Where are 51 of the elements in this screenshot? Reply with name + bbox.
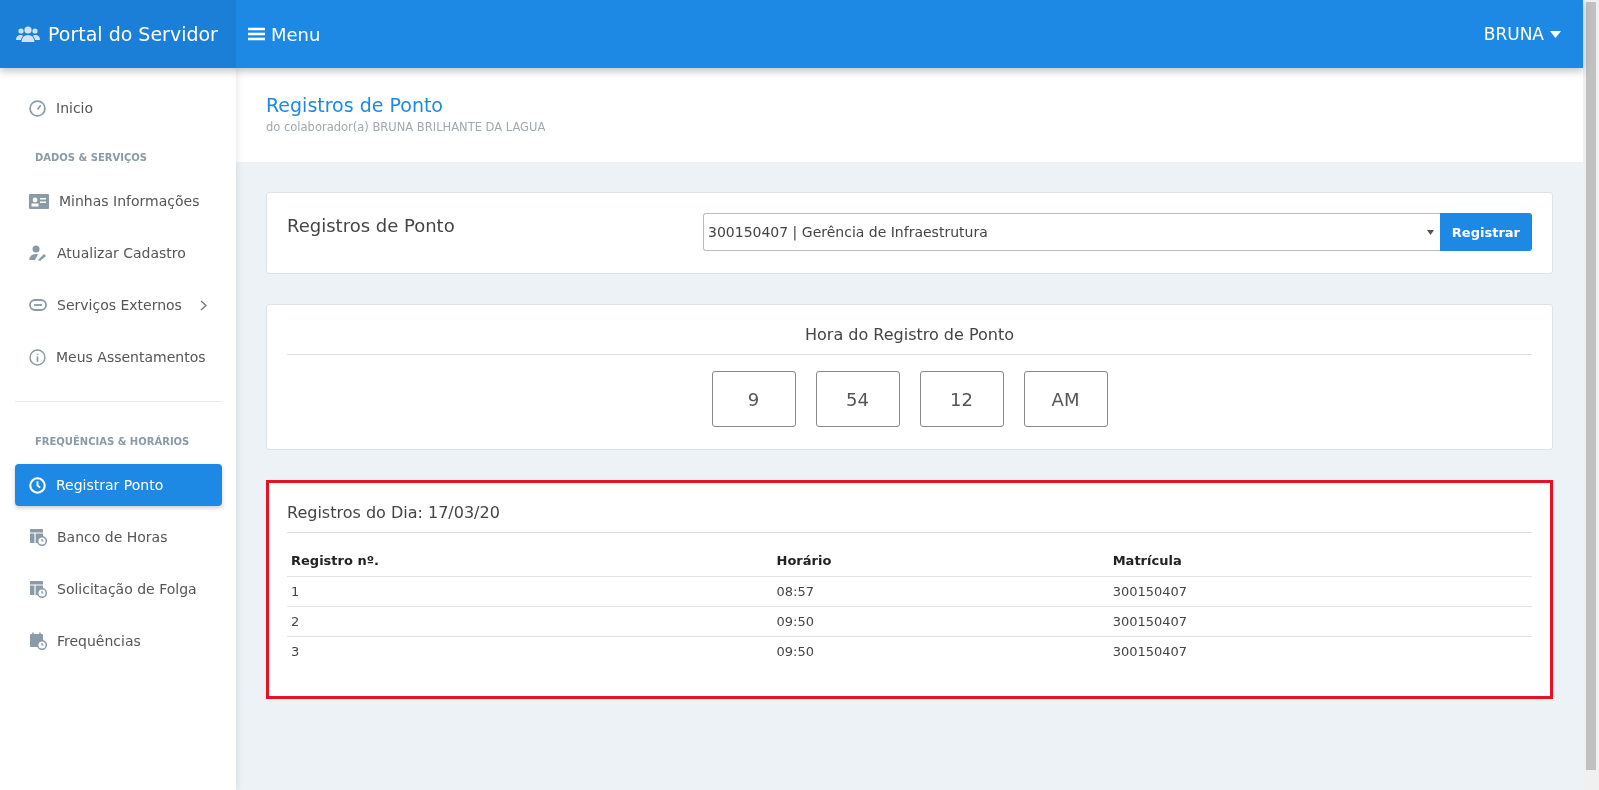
table-cell: 2 [287,606,773,637]
table-cell: 300150407 [1108,636,1532,666]
table-cell: 3 [287,636,773,666]
link-icon [29,299,47,311]
time-field: AM [1023,371,1108,427]
sidebar-item[interactable]: Solicitação de Folga [15,563,222,615]
sidebar-item[interactable]: Banco de Horas [15,511,222,563]
menu-icon [248,27,265,41]
column-header: Horário [772,545,1109,577]
table-cell: 1 [287,576,773,607]
caret-down-icon [1426,229,1434,235]
column-header: Registro nº. [287,545,773,577]
card-title: Registros de Ponto [287,214,456,236]
section-heading: FREQUÊNCIAS & HORÁRIOS [34,434,191,449]
brand-logo[interactable]: Portal do Servidor [0,0,236,68]
card-title: Registros do Dia: 17/03/20 [287,499,1532,533]
time-field: 12 [919,371,1004,427]
table-cell: 300150407 [1108,576,1532,607]
sidebar-item[interactable]: Registrar Ponto [15,464,222,506]
table-clock-icon [29,528,47,546]
page-subtitle: do colaborador(a) BRUNA BRILHANTE DA LAGUA [266,120,547,134]
table-cell: 09:50 [772,636,1109,666]
page-title: Registros de Ponto [266,94,444,116]
user-edit-icon [29,245,47,261]
sidebar-item[interactable]: Inicio [15,82,222,134]
users-icon [16,26,40,42]
select-field[interactable]: 300150407 | Gerência de Infraestrutura [703,213,1440,251]
table-clock-icon [29,580,47,598]
table-cell: 08:57 [772,576,1109,607]
scrollbar[interactable] [1583,0,1599,790]
register-button[interactable]: Registrar [1439,213,1532,251]
sidebar-item[interactable]: Serviços Externos [15,279,222,331]
sidebar-item[interactable]: Atualizar Cadastro [15,227,222,279]
user-menu[interactable]: BRUNA [1477,0,1567,68]
clock-icon [29,476,46,494]
id-card-icon [29,193,49,209]
sidebar-item[interactable]: Frequências [15,615,222,667]
gauge-icon [29,99,46,117]
info-icon [29,348,46,366]
time-field: 54 [815,371,900,427]
column-header: Matrícula [1108,545,1532,577]
caret-down-icon [1550,30,1561,38]
table-cell: 09:50 [772,606,1109,637]
table-cell: 300150407 [1108,606,1532,637]
section-heading: DADOS & SERVIÇOS [34,151,148,165]
sidebar-item[interactable]: Minhas Informações [15,175,222,227]
menu-button[interactable]: Menu [236,0,333,68]
sidebar-item[interactable]: Meus Assentamentos [15,331,222,383]
calendar-clock-icon [29,632,47,650]
time-field: 9 [711,371,796,427]
card-title: Hora do Registro de Ponto [287,325,1532,355]
